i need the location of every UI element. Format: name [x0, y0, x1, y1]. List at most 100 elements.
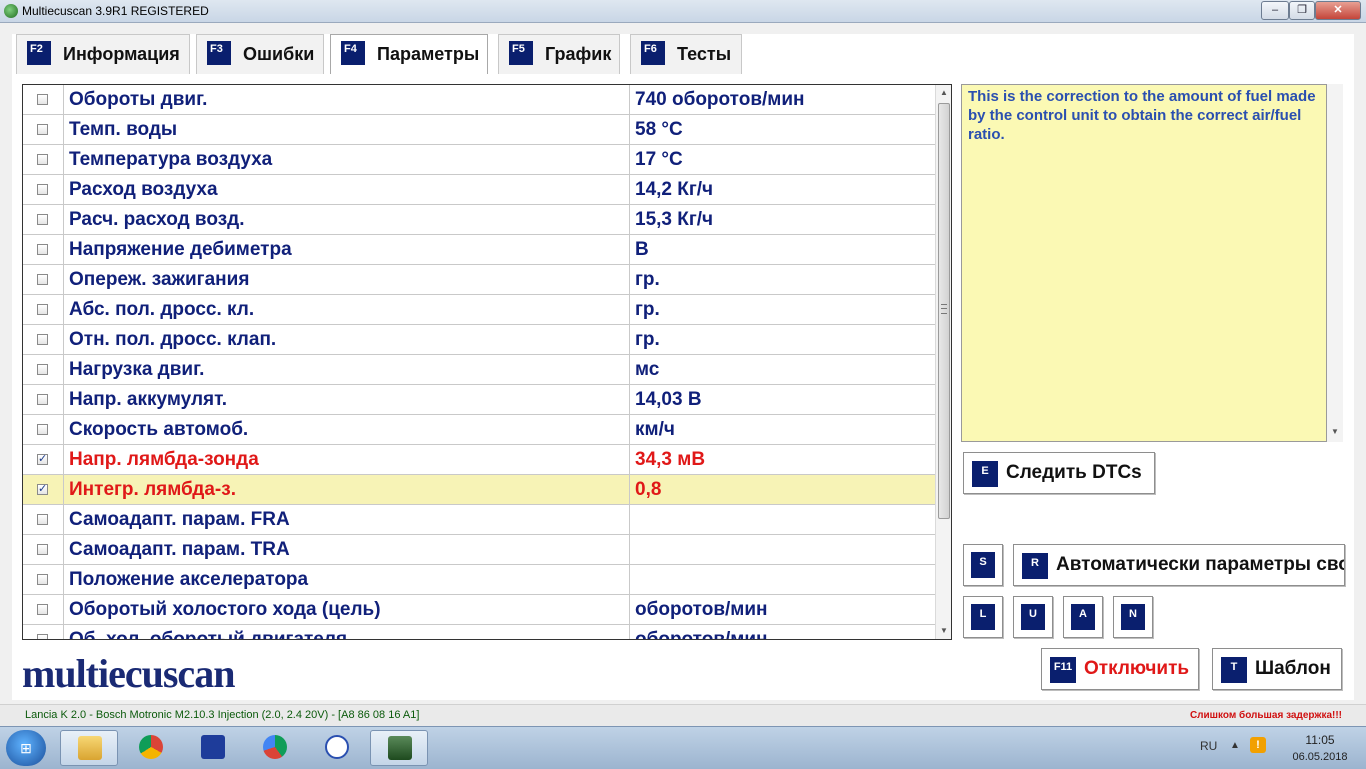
- row-checkbox[interactable]: [37, 94, 48, 105]
- clock-date[interactable]: 06.05.2018: [1282, 751, 1358, 763]
- table-row[interactable]: Темп. воды 58 °C: [23, 115, 935, 145]
- auto-parameters-button[interactable]: R Автоматически параметры своб: [1013, 544, 1345, 586]
- row-checkbox[interactable]: [37, 184, 48, 195]
- row-checkbox[interactable]: [37, 424, 48, 435]
- table-row[interactable]: Об. хол. оборотый двигателя оборотов/мин: [23, 625, 935, 639]
- table-row[interactable]: Расч. расход возд. 15,3 Кг/ч: [23, 205, 935, 235]
- param-value: 14,03 В: [635, 389, 702, 410]
- column-divider: [629, 145, 630, 174]
- param-name: Напр. лямбда-зонда: [69, 449, 259, 470]
- taskbar-save-app[interactable]: [184, 730, 242, 766]
- template-button[interactable]: T Шаблон: [1212, 648, 1342, 690]
- table-row[interactable]: Положение акселератора: [23, 565, 935, 595]
- table-row[interactable]: Нагрузка двиг. мс: [23, 355, 935, 385]
- param-name: Нагрузка двиг.: [69, 359, 205, 380]
- scroll-down-arrow-icon[interactable]: ▼: [936, 623, 951, 639]
- u-button[interactable]: U: [1013, 596, 1053, 638]
- parameters-grid: Обороты двиг. 740 оборотов/мин Темп. вод…: [22, 84, 952, 640]
- taskbar-explorer[interactable]: [60, 730, 118, 766]
- column-divider: [629, 565, 630, 594]
- row-checkbox[interactable]: [37, 304, 48, 315]
- row-checkbox[interactable]: [37, 364, 48, 375]
- param-name: Отн. пол. дросс. клап.: [69, 329, 277, 350]
- table-row[interactable]: ✓ Напр. лямбда-зонда 34,3 мВ: [23, 445, 935, 475]
- row-checkbox[interactable]: [37, 634, 48, 639]
- monitor-dtcs-button[interactable]: E Следить DTCs: [963, 452, 1155, 494]
- minimize-button[interactable]: ‒: [1261, 1, 1289, 20]
- key-badge: L: [971, 604, 995, 630]
- column-divider: [629, 325, 630, 354]
- taskbar-vcds[interactable]: [308, 730, 366, 766]
- start-button[interactable]: ⊞: [6, 730, 46, 766]
- tab-graph[interactable]: F5 График: [498, 34, 620, 74]
- s-button[interactable]: S: [963, 544, 1003, 586]
- taskbar-chrome[interactable]: [122, 730, 180, 766]
- table-row[interactable]: Оборотый холостого хода (цель) оборотов/…: [23, 595, 935, 625]
- a-button[interactable]: A: [1063, 596, 1103, 638]
- column-divider: [63, 445, 64, 474]
- row-checkbox[interactable]: [37, 514, 48, 525]
- tray-expand-icon[interactable]: ▲: [1230, 740, 1240, 751]
- tab-information[interactable]: F2 Информация: [16, 34, 190, 74]
- column-divider: [63, 355, 64, 384]
- scroll-thumb[interactable]: [938, 103, 950, 519]
- disconnect-button[interactable]: F11 Отключить: [1041, 648, 1199, 690]
- tab-key-badge: F3: [207, 41, 231, 65]
- tab-key-badge: F2: [27, 41, 51, 65]
- table-row[interactable]: Напряжение дебиметра В: [23, 235, 935, 265]
- table-row-selected[interactable]: ✓ Интегр. лямбда-з. 0,8: [23, 475, 935, 505]
- column-divider: [63, 145, 64, 174]
- key-badge: T: [1221, 657, 1247, 683]
- maximize-button[interactable]: ❐: [1289, 1, 1315, 20]
- table-row[interactable]: Абс. пол. дросс. кл. гр.: [23, 295, 935, 325]
- tab-key-badge: F4: [341, 41, 365, 65]
- table-row[interactable]: Самоадапт. парам. TRA: [23, 535, 935, 565]
- column-divider: [629, 355, 630, 384]
- tray-warning-icon[interactable]: !: [1250, 737, 1266, 753]
- row-checkbox[interactable]: [37, 574, 48, 585]
- tab-tests[interactable]: F6 Тесты: [630, 34, 742, 74]
- button-label: Следить DTCs: [1006, 462, 1142, 483]
- grid-scrollbar[interactable]: ▲ ▼: [935, 85, 951, 639]
- table-row[interactable]: Обороты двиг. 740 оборотов/мин: [23, 85, 935, 115]
- column-divider: [629, 625, 630, 639]
- row-checkbox[interactable]: [37, 154, 48, 165]
- tab-parameters[interactable]: F4 Параметры: [330, 34, 488, 74]
- row-checkbox[interactable]: [37, 544, 48, 555]
- row-checkbox[interactable]: [37, 334, 48, 345]
- table-row[interactable]: Скорость автомоб. км/ч: [23, 415, 935, 445]
- row-checkbox-checked[interactable]: ✓: [37, 454, 48, 465]
- row-checkbox[interactable]: [37, 124, 48, 135]
- table-row[interactable]: Опереж. зажигания гр.: [23, 265, 935, 295]
- param-name: Темп. воды: [69, 119, 178, 140]
- description-scrollbar[interactable]: ▼: [1327, 84, 1343, 442]
- n-button[interactable]: N: [1113, 596, 1153, 638]
- row-checkbox[interactable]: [37, 214, 48, 225]
- row-checkbox[interactable]: [37, 274, 48, 285]
- table-row[interactable]: Отн. пол. дросс. клап. гр.: [23, 325, 935, 355]
- row-checkbox[interactable]: [37, 394, 48, 405]
- window-title: Multiecuscan 3.9R1 REGISTERED: [22, 4, 209, 18]
- language-indicator[interactable]: RU: [1200, 739, 1217, 753]
- tab-key-badge: F5: [509, 41, 533, 65]
- tab-errors[interactable]: F3 Ошибки: [196, 34, 324, 74]
- param-name: Самоадапт. парам. FRA: [69, 509, 290, 530]
- floppy-disk-icon: [201, 735, 225, 759]
- scroll-up-arrow-icon[interactable]: ▲: [936, 85, 951, 101]
- folder-icon: [78, 736, 102, 760]
- row-checkbox-checked[interactable]: ✓: [37, 484, 48, 495]
- l-button[interactable]: L: [963, 596, 1003, 638]
- table-row[interactable]: Напр. аккумулят. 14,03 В: [23, 385, 935, 415]
- table-row[interactable]: Самоадапт. парам. FRA: [23, 505, 935, 535]
- table-row[interactable]: Расход воздуха 14,2 Кг/ч: [23, 175, 935, 205]
- table-row[interactable]: Температура воздуха 17 °C: [23, 145, 935, 175]
- close-button[interactable]: ✕: [1315, 1, 1361, 20]
- row-checkbox[interactable]: [37, 604, 48, 615]
- scroll-down-arrow-icon[interactable]: ▼: [1327, 424, 1343, 440]
- taskbar-multiecuscan[interactable]: [370, 730, 428, 766]
- param-name: Напр. аккумулят.: [69, 389, 228, 410]
- taskbar-chrome-remote[interactable]: [246, 730, 304, 766]
- column-divider: [63, 325, 64, 354]
- row-checkbox[interactable]: [37, 244, 48, 255]
- clock-time[interactable]: 11:05: [1290, 733, 1350, 747]
